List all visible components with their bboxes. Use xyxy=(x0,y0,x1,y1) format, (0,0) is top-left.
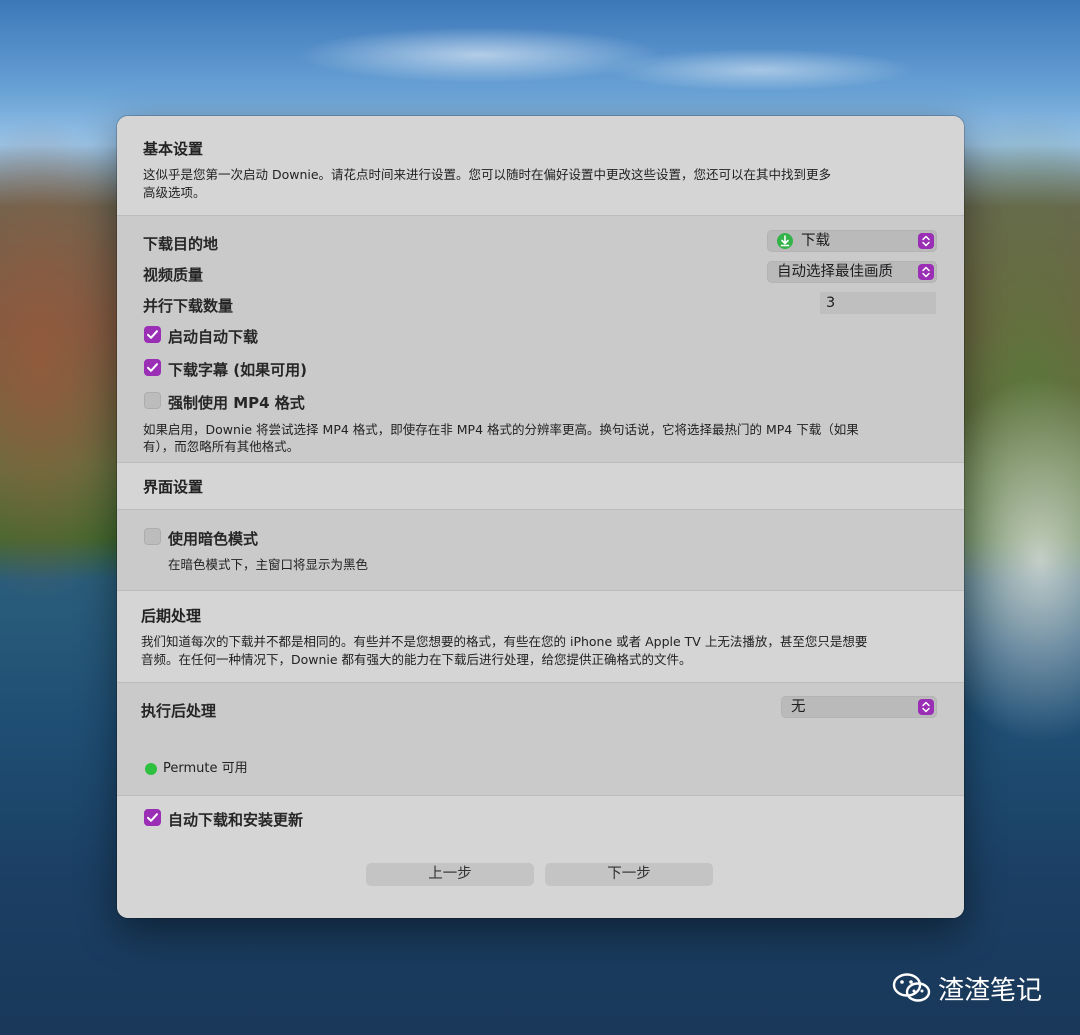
auto-download-checkbox[interactable] xyxy=(144,326,161,343)
subtitles-label: 下载字幕 (如果可用) xyxy=(168,361,307,379)
video-quality-popup[interactable]: 自动选择最佳画质 xyxy=(767,261,937,283)
force-mp4-label: 强制使用 MP4 格式 xyxy=(168,394,305,412)
basic-settings-title: 基本设置 xyxy=(143,140,204,158)
subtitles-checkbox[interactable] xyxy=(144,359,161,376)
mp4-note-line1: 如果启用，Downie 将尝试选择 MP4 格式，即使存在非 MP4 格式的分辨… xyxy=(143,422,859,437)
post-processing-value: 无 xyxy=(791,699,806,715)
basic-settings-desc-line2: 高级选项。 xyxy=(143,185,206,200)
run-post-processing-label: 执行后处理 xyxy=(141,702,217,720)
post-processing-popup[interactable]: 无 xyxy=(781,696,937,718)
basic-settings-desc-line1: 这似乎是您第一次启动 Downie。请花点时间来进行设置。您可以随时在偏好设置中… xyxy=(143,167,832,182)
popup-stepper-icon xyxy=(918,264,934,280)
parallel-downloads-value: 3 xyxy=(826,295,836,311)
setup-dialog: 基本设置 这似乎是您第一次启动 Downie。请花点时间来进行设置。您可以随时在… xyxy=(117,116,964,918)
footer-section: 自动下载和安装更新 上一步 下一步 xyxy=(117,796,964,918)
next-button[interactable]: 下一步 xyxy=(545,863,713,886)
dark-mode-desc: 在暗色模式下，主窗口将显示为黑色 xyxy=(168,557,369,572)
wechat-icon xyxy=(892,973,931,1002)
interface-settings-header: 界面设置 xyxy=(117,463,964,509)
download-destination-value: 下载 xyxy=(801,233,830,249)
popup-stepper-icon xyxy=(918,233,934,249)
post-processing-header: 后期处理 我们知道每次的下载并不都是相同的。有些并不是您想要的格式，有些在您的 … xyxy=(117,591,964,682)
popup-stepper-icon xyxy=(918,699,934,715)
interface-settings: 使用暗色模式 在暗色模式下，主窗口将显示为黑色 xyxy=(117,510,964,590)
download-settings: 下载目的地 下载 视频质量 自动选择最佳画质 并行下载数量 3 启动自动下载 下… xyxy=(117,216,964,462)
post-processing-title: 后期处理 xyxy=(141,607,202,625)
mp4-note-line2: 有），而忽略所有其他格式。 xyxy=(143,439,300,454)
auto-update-checkbox[interactable] xyxy=(144,809,161,826)
download-destination-popup[interactable]: 下载 xyxy=(767,230,937,252)
dark-mode-label: 使用暗色模式 xyxy=(168,530,259,548)
status-dot-icon xyxy=(145,763,157,775)
parallel-downloads-field[interactable]: 3 xyxy=(820,292,936,314)
interface-settings-title: 界面设置 xyxy=(143,478,204,496)
download-destination-label: 下载目的地 xyxy=(143,235,219,253)
auto-download-label: 启动自动下载 xyxy=(168,328,259,346)
watermark-text: 渣渣笔记 xyxy=(938,976,1043,1006)
dark-mode-checkbox[interactable] xyxy=(144,528,161,545)
video-quality-label: 视频质量 xyxy=(143,266,204,284)
permute-status: Permute 可用 xyxy=(163,761,248,776)
post-processing-desc-line1: 我们知道每次的下载并不都是相同的。有些并不是您想要的格式，有些在您的 iPhon… xyxy=(141,634,868,649)
force-mp4-checkbox[interactable] xyxy=(144,392,161,409)
post-processing-settings: 执行后处理 无 Permute 可用 xyxy=(117,683,964,795)
video-quality-value: 自动选择最佳画质 xyxy=(777,264,893,280)
auto-update-label: 自动下载和安装更新 xyxy=(168,811,304,829)
download-folder-icon xyxy=(777,233,793,249)
parallel-downloads-label: 并行下载数量 xyxy=(143,297,234,315)
basic-settings-header: 基本设置 这似乎是您第一次启动 Downie。请花点时间来进行设置。您可以随时在… xyxy=(117,116,964,215)
post-processing-desc-line2: 音频。在任何一种情况下，Downie 都有强大的能力在下载后进行处理，给您提供正… xyxy=(141,652,692,667)
back-button[interactable]: 上一步 xyxy=(366,863,534,886)
